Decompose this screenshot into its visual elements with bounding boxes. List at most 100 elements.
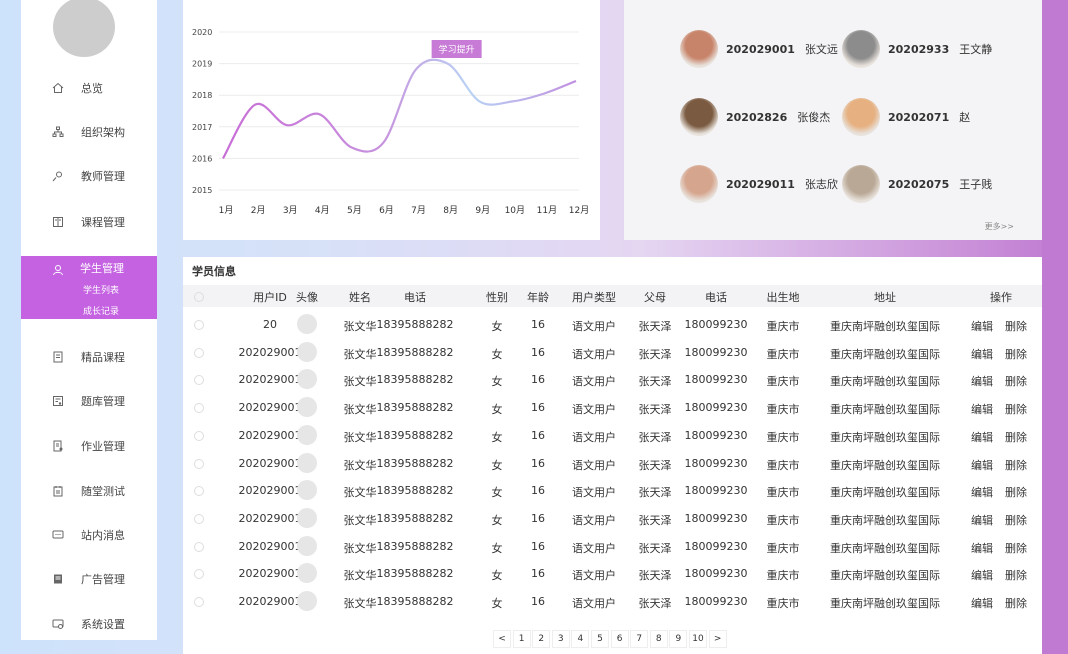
sidebar-item-student-management[interactable]: 学生管理 学生列表 成长记录: [21, 256, 157, 319]
y-tick-label: 2015: [192, 186, 212, 195]
data-point[interactable]: [543, 92, 545, 94]
edit-button[interactable]: 编辑: [971, 567, 993, 583]
select-all-radio[interactable]: [194, 292, 204, 302]
next-page-button[interactable]: >: [708, 630, 727, 648]
cell-parent: 张天泽: [638, 458, 672, 472]
delete-button[interactable]: 删除: [1005, 373, 1027, 389]
cell-birth: 重庆市: [766, 569, 800, 583]
student-card[interactable]: 20202933 王文静: [842, 29, 992, 69]
page-button[interactable]: 9: [669, 630, 688, 648]
delete-button[interactable]: 删除: [1005, 484, 1027, 500]
sidebar-item-book[interactable]: 课程管理: [21, 212, 157, 232]
row-select-radio[interactable]: [194, 541, 204, 552]
page-button[interactable]: 10: [689, 630, 707, 648]
edit-button[interactable]: 编辑: [971, 373, 993, 389]
student-card[interactable]: 202029011 张志欣: [680, 164, 838, 204]
page-button[interactable]: 2: [532, 630, 551, 648]
user-avatar[interactable]: [53, 0, 115, 57]
row-select-radio[interactable]: [194, 458, 204, 469]
page-button[interactable]: 1: [512, 630, 531, 648]
data-point[interactable]: [446, 62, 448, 64]
x-tick-label: 11月: [537, 205, 557, 216]
cell-addr: 重庆南坪融创玖玺国际: [830, 458, 940, 472]
delete-button[interactable]: 删除: [1005, 512, 1027, 528]
delete-button[interactable]: 删除: [1005, 567, 1027, 583]
sidebar-item-premium-course[interactable]: 精品课程: [21, 347, 157, 367]
student-avatar: [297, 424, 317, 445]
row-select-radio[interactable]: [194, 569, 204, 580]
row-select-radio[interactable]: [194, 486, 204, 497]
more-link[interactable]: 更多>>: [985, 221, 1014, 232]
student-table-card: 学员信息 用户ID 头像 姓名 电话 性别 年龄 用户类型 父母 电话 出生地 地址 操作 20 张文华…: [183, 257, 1042, 654]
cell-phone: 18395888282: [376, 401, 454, 415]
delete-button[interactable]: 删除: [1005, 429, 1027, 445]
data-point[interactable]: [318, 113, 320, 115]
edit-button[interactable]: 编辑: [971, 484, 993, 500]
data-point[interactable]: [222, 157, 224, 159]
cell-name: 张文华: [343, 375, 377, 389]
delete-button[interactable]: 删除: [1005, 595, 1027, 611]
sidebar-item-settings[interactable]: 系统设置: [21, 614, 157, 634]
cell-type: 语文用户: [572, 320, 616, 333]
sidebar-subitem-growth-record[interactable]: 成长记录: [83, 304, 119, 317]
row-select-radio[interactable]: [194, 430, 204, 441]
page-button[interactable]: 3: [551, 630, 570, 648]
data-point[interactable]: [479, 100, 481, 102]
row-select-radio[interactable]: [194, 403, 204, 414]
delete-button[interactable]: 删除: [1005, 318, 1027, 334]
ad-icon: [52, 573, 64, 585]
edit-button[interactable]: 编辑: [971, 457, 993, 473]
edit-button[interactable]: 编辑: [971, 346, 993, 362]
student-card[interactable]: 20202075 王子贱: [842, 164, 992, 204]
data-point[interactable]: [286, 124, 288, 126]
row-select-radio[interactable]: [194, 347, 204, 358]
page-button[interactable]: 4: [571, 630, 590, 648]
delete-button[interactable]: 删除: [1005, 346, 1027, 362]
data-point[interactable]: [511, 100, 513, 102]
student-card[interactable]: 20202071 赵: [842, 97, 970, 137]
student-card[interactable]: 20202826 张俊杰: [680, 97, 830, 137]
page-button[interactable]: 6: [610, 630, 629, 648]
table-row: 202029001 张文华 18395888282 女 16 语文用户 张天泽 1800992…: [183, 505, 1042, 532]
sidebar-subitem-student-list[interactable]: 学生列表: [83, 283, 119, 296]
edit-button[interactable]: 编辑: [971, 540, 993, 556]
cell-gender: 女: [491, 375, 503, 389]
sidebar-item-homework[interactable]: 作业管理: [21, 436, 157, 456]
sidebar-item-home[interactable]: 总览: [21, 78, 157, 98]
edit-button[interactable]: 编辑: [971, 401, 993, 417]
data-point[interactable]: [575, 80, 577, 82]
cell-birth: 重庆市: [766, 458, 800, 472]
page-button[interactable]: 5: [591, 630, 609, 648]
series-line: [222, 58, 577, 159]
cell-id: 202029001: [238, 428, 302, 442]
sidebar-item-quiz[interactable]: 随堂测试: [21, 481, 157, 501]
row-select-radio[interactable]: [194, 513, 204, 524]
row-select-radio[interactable]: [194, 597, 204, 607]
student-card[interactable]: 202029001 张文远: [680, 29, 838, 69]
edit-button[interactable]: 编辑: [971, 512, 993, 528]
edit-button[interactable]: 编辑: [971, 318, 993, 334]
delete-button[interactable]: 删除: [1005, 457, 1027, 473]
row-select-radio[interactable]: [194, 320, 204, 330]
sidebar-item-org-chart[interactable]: 组织架构: [21, 122, 157, 142]
edit-button[interactable]: 编辑: [971, 429, 993, 445]
data-point[interactable]: [414, 69, 416, 71]
pagination: <1 2 3 4 5 6 7 8 9 10 >: [183, 630, 1042, 648]
student-avatar: [297, 507, 317, 528]
data-point[interactable]: [254, 103, 256, 105]
page-button[interactable]: 7: [630, 630, 649, 648]
data-point[interactable]: [350, 146, 352, 148]
delete-button[interactable]: 删除: [1005, 540, 1027, 556]
sidebar-item-message[interactable]: 站内消息: [21, 525, 157, 545]
delete-button[interactable]: 删除: [1005, 401, 1027, 417]
sidebar-item-teacher[interactable]: 教师管理: [21, 166, 157, 186]
page-button[interactable]: 8: [649, 630, 668, 648]
prev-page-button[interactable]: <: [493, 630, 511, 648]
student-photo: [680, 98, 718, 136]
sidebar-item-ad[interactable]: 广告管理: [21, 569, 157, 589]
cell-addr: 重庆南坪融创玖玺国际: [830, 347, 940, 361]
edit-button[interactable]: 编辑: [971, 595, 993, 611]
sidebar-item-question-bank[interactable]: 题库管理: [21, 391, 157, 411]
row-select-radio[interactable]: [194, 375, 204, 386]
data-point[interactable]: [382, 141, 384, 143]
